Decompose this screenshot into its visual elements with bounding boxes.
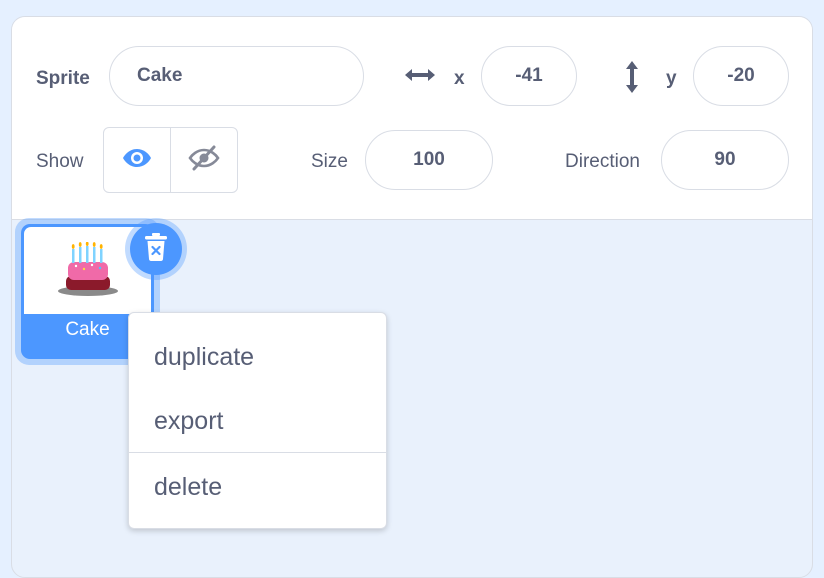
show-toggle-group <box>103 127 238 193</box>
menu-item-duplicate[interactable]: duplicate <box>129 341 386 373</box>
sprite-context-menu: duplicate export delete <box>128 312 387 529</box>
size-input[interactable]: 100 <box>365 130 493 190</box>
show-visible-button[interactable] <box>104 128 171 192</box>
delete-sprite-button[interactable] <box>125 218 187 280</box>
vertical-arrow-icon <box>620 59 644 95</box>
sprite-info-panel: Sprite Cake x -41 y -20 Show Size 100 Di… <box>12 17 812 220</box>
y-input[interactable]: -20 <box>693 46 789 106</box>
sprite-name-input[interactable]: Cake <box>109 46 364 106</box>
menu-divider <box>129 452 386 453</box>
eye-icon <box>122 147 152 174</box>
x-input[interactable]: -41 <box>481 46 577 106</box>
show-label: Show <box>36 151 84 172</box>
delete-button-body <box>130 223 182 275</box>
show-hidden-button[interactable] <box>171 128 237 192</box>
cake-costume-icon <box>56 241 120 303</box>
eye-slash-icon <box>188 145 220 176</box>
direction-label: Direction <box>565 151 640 172</box>
trash-icon <box>143 232 169 267</box>
menu-item-delete[interactable]: delete <box>129 471 386 503</box>
size-label: Size <box>311 151 348 172</box>
menu-item-export[interactable]: export <box>129 405 386 437</box>
x-label: x <box>454 68 465 89</box>
horizontal-arrow-icon <box>402 63 438 87</box>
y-label: y <box>666 68 677 89</box>
sprite-label: Sprite <box>36 68 90 89</box>
direction-input[interactable]: 90 <box>661 130 789 190</box>
